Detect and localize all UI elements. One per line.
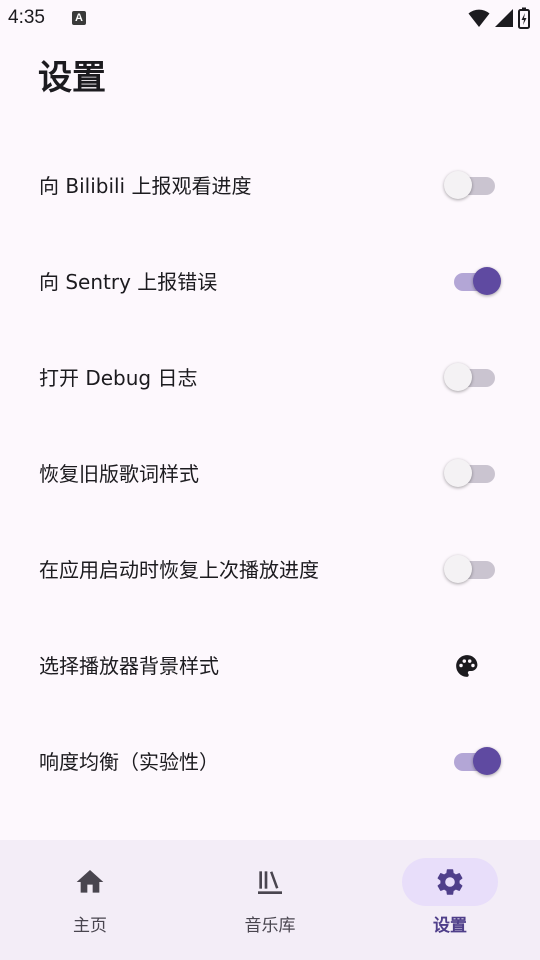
legacy-lyrics-switch[interactable]	[444, 459, 496, 487]
notification-a-icon: A	[72, 11, 86, 25]
loudness-normalization-switch[interactable]	[446, 747, 501, 775]
setting-label: 响度均衡（实验性）	[39, 750, 219, 774]
sentry-errors-switch[interactable]	[446, 267, 501, 295]
nav-label-home: 主页	[73, 916, 107, 936]
setting-row-debug-log[interactable]: 打开 Debug 日志	[0, 330, 540, 426]
bilibili-progress-switch[interactable]	[444, 171, 496, 199]
home-icon	[76, 870, 104, 893]
setting-label: 打开 Debug 日志	[39, 366, 198, 390]
restore-progress-switch[interactable]	[444, 555, 496, 583]
setting-row-restore-progress[interactable]: 在应用启动时恢复上次播放进度	[0, 522, 540, 618]
setting-row-loudness-normalization[interactable]: 响度均衡（实验性）	[0, 714, 540, 810]
nav-item-home[interactable]: 主页	[0, 840, 180, 960]
setting-row-sentry-errors[interactable]: 向 Sentry 上报错误	[0, 234, 540, 330]
debug-log-switch[interactable]	[444, 363, 496, 391]
setting-row-bilibili-progress[interactable]: 向 Bilibili 上报观看进度	[0, 138, 540, 234]
setting-label: 选择播放器背景样式	[39, 654, 219, 678]
wifi-icon	[468, 9, 490, 27]
setting-label: 在应用启动时恢复上次播放进度	[39, 558, 319, 582]
palette-icon[interactable]	[454, 653, 480, 679]
nav-label-library: 音乐库	[244, 916, 296, 936]
nav-item-library[interactable]: 音乐库	[180, 840, 360, 960]
setting-row-player-background[interactable]: 选择播放器背景样式	[0, 618, 540, 714]
page-title: 设置	[38, 58, 106, 98]
setting-row-legacy-lyrics[interactable]: 恢复旧版歌词样式	[0, 426, 540, 522]
status-icons	[468, 7, 530, 29]
bottom-navigation: 主页 音乐库 设置	[0, 840, 540, 960]
signal-icon	[495, 9, 513, 27]
setting-label: 恢复旧版歌词样式	[39, 462, 199, 486]
settings-list: 向 Bilibili 上报观看进度 向 Sentry 上报错误 打开 Debug…	[0, 138, 540, 810]
status-time: 4:35	[8, 7, 45, 28]
setting-label: 向 Bilibili 上报观看进度	[39, 174, 252, 198]
nav-item-settings[interactable]: 设置	[360, 840, 540, 960]
nav-label-settings: 设置	[433, 916, 467, 936]
battery-icon	[518, 7, 530, 29]
library-icon	[258, 871, 282, 894]
setting-label: 向 Sentry 上报错误	[39, 270, 218, 294]
gear-icon	[437, 869, 463, 895]
status-bar: 4:35 A	[0, 0, 540, 36]
